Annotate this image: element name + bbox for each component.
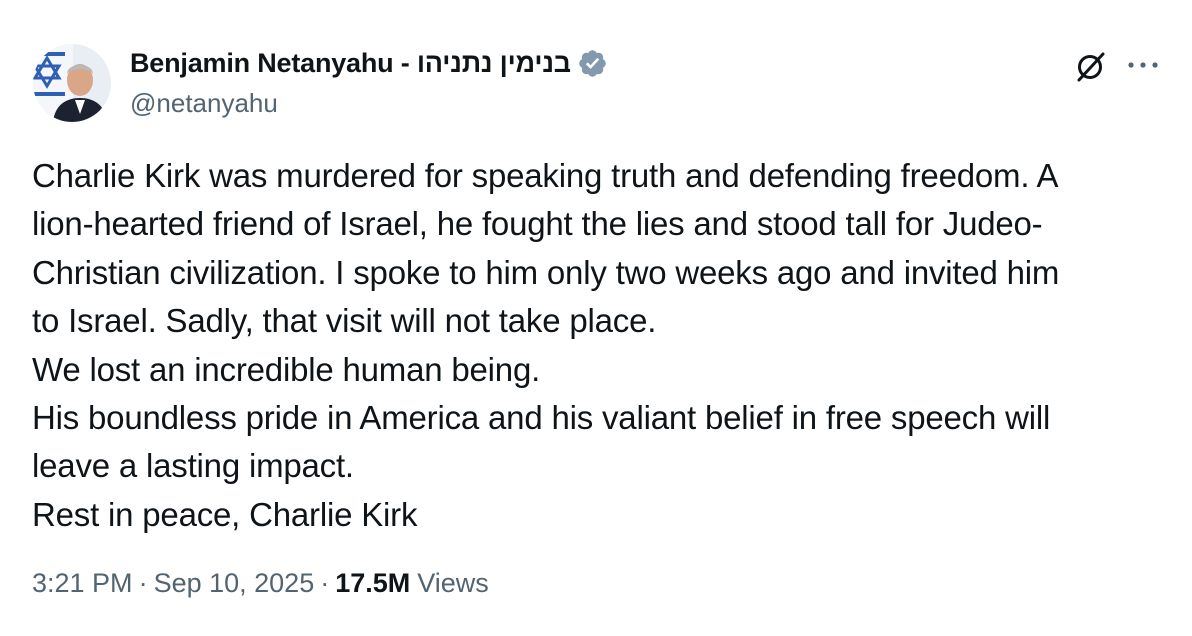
meta-separator: · <box>320 568 330 598</box>
views-count[interactable]: 17.5M <box>335 568 410 599</box>
post-text: Charlie Kirk was murdered for speaking t… <box>32 152 1162 539</box>
post-text-line: We lost an incredible human being. <box>32 350 541 388</box>
post-text-line: Charlie Kirk was murdered for speaking t… <box>32 157 1059 194</box>
post-text-line: to Israel. Sadly, that visit will not ta… <box>32 302 657 340</box>
post-text-line: Christian civilization. I spoke to him o… <box>32 253 1060 291</box>
author-display-name[interactable]: Benjamin Netanyahu - בנימין נתניהו <box>130 48 571 79</box>
avatar-image <box>33 44 111 122</box>
post-text-line: Rest in peace, Charlie Kirk <box>32 495 418 533</box>
meta-separator: · <box>138 568 148 598</box>
more-icon[interactable] <box>1126 60 1160 70</box>
avatar[interactable] <box>33 44 111 122</box>
post-text-line: His boundless pride in America and his v… <box>32 398 1051 436</box>
author-handle[interactable]: @netanyahu <box>130 88 278 119</box>
verified-badge-icon <box>579 50 606 77</box>
post-time[interactable]: 3:21 PM <box>32 568 133 599</box>
post-meta: 3:21 PM · Sep 10, 2025 · 17.5M Views <box>32 568 489 599</box>
views-label[interactable]: Views <box>417 568 489 599</box>
post-text-line: lion-hearted friend of Israel, he fought… <box>32 205 1043 243</box>
post-date[interactable]: Sep 10, 2025 <box>154 568 315 599</box>
post-text-line: leave a lasting impact. <box>32 447 354 485</box>
grok-icon[interactable] <box>1073 50 1107 84</box>
author-name-row[interactable]: Benjamin Netanyahu - בנימין נתניהו <box>130 48 608 79</box>
